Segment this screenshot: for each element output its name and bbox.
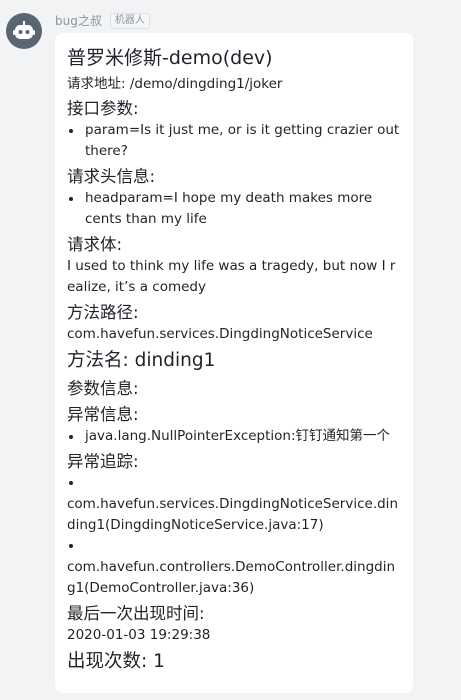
method-name-line: 方法名: dinding1 — [67, 348, 401, 374]
count-value: 1 — [153, 651, 165, 672]
message-title: 普罗米修斯-demo(dev) — [67, 47, 273, 69]
method-name-value: dinding1 — [134, 350, 216, 371]
count-heading: 出现次数: — [67, 651, 148, 672]
count-line: 出现次数: 1 — [67, 649, 401, 675]
headers-list: headparam=I hope my death makes more cen… — [67, 188, 401, 230]
param-info-heading: 参数信息: — [67, 379, 139, 398]
robot-badge: 机器人 — [109, 12, 150, 29]
trace-heading: 异常追踪: — [67, 452, 139, 471]
method-name-heading: 方法名: — [67, 350, 129, 371]
last-seen-heading: 最后一次出现时间: — [67, 604, 205, 623]
chat-message: bug之叔 机器人 普罗米修斯-demo(dev) 请求地址: /demo/di… — [0, 0, 461, 700]
body-text: I used to think my life was a tragedy, b… — [67, 258, 396, 295]
list-item: headparam=I hope my death makes more cen… — [67, 188, 401, 230]
list-item: param=Is it just me, or is it getting cr… — [67, 120, 401, 162]
bullet-dot — [69, 481, 73, 485]
params-heading: 接口参数: — [67, 99, 139, 118]
params-list: param=Is it just me, or is it getting cr… — [67, 120, 401, 162]
list-item: java.lang.NullPointerException:钉钉通知第一个 — [67, 426, 401, 447]
exception-list: java.lang.NullPointerException:钉钉通知第一个 — [67, 426, 401, 447]
bullet-dot — [69, 544, 73, 548]
headers-heading: 请求头信息: — [67, 167, 156, 186]
request-url-line: 请求地址: /demo/dingding1/joker — [67, 74, 401, 94]
sender-name[interactable]: bug之叔 — [55, 12, 102, 29]
exception-heading: 异常信息: — [67, 405, 139, 424]
robot-icon — [13, 21, 35, 39]
method-path-heading: 方法路径: — [67, 303, 139, 322]
message-bubble: 普罗米修斯-demo(dev) 请求地址: /demo/dingding1/jo… — [55, 33, 413, 693]
sender-row: bug之叔 机器人 — [55, 12, 150, 29]
avatar[interactable] — [6, 13, 42, 49]
body-heading: 请求体: — [67, 235, 123, 254]
request-url-value: /demo/dingding1/joker — [129, 76, 283, 92]
last-seen-value: 2020-01-03 19:29:38 — [67, 627, 211, 643]
request-url-label: 请求地址: — [67, 76, 126, 92]
method-path-value: com.havefun.services.DingdingNoticeServi… — [67, 326, 373, 342]
trace-item: com.havefun.controllers.DemoController.d… — [67, 536, 401, 599]
trace-item-text: com.havefun.controllers.DemoController.d… — [67, 559, 396, 596]
trace-item-text: com.havefun.services.DingdingNoticeServi… — [67, 496, 398, 533]
trace-item: com.havefun.services.DingdingNoticeServi… — [67, 473, 401, 536]
